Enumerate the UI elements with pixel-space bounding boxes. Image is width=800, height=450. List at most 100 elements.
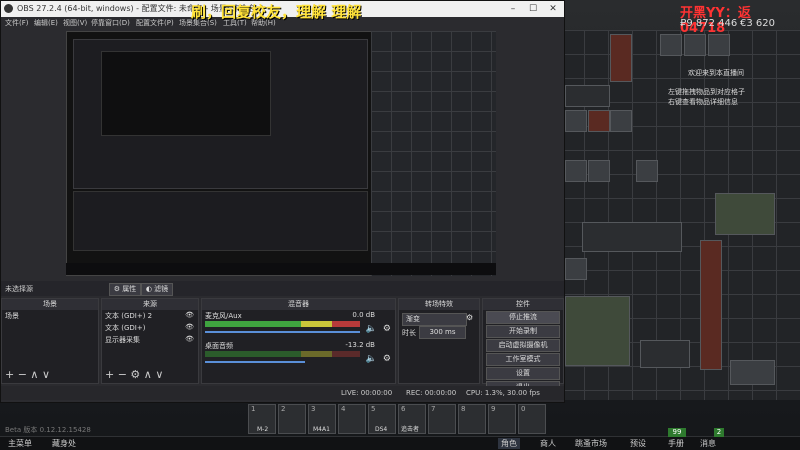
eye-icon[interactable]: 👁 — [185, 323, 194, 331]
sources-dock: 来源 文本 (GDI+) 2 👁 文本 (GDI+) 👁 显示器采集 👁 + − ⚙ … — [101, 298, 199, 384]
obs-logo-icon — [4, 4, 13, 13]
stop-streaming-button[interactable]: 停止推流 — [486, 311, 560, 324]
minimize-icon[interactable]: – — [506, 2, 520, 16]
slot[interactable]: 4 — [338, 404, 366, 434]
money-rub: ₽9 872 446 — [680, 18, 738, 29]
virtual-camera-button[interactable]: 启动虚拟摄像机 — [486, 339, 560, 352]
gear-icon[interactable]: ⚙ — [383, 354, 391, 364]
transitions-dock: 转场特效 渐变 ⚙ 时长 300 ms — [398, 298, 480, 384]
stash-item[interactable] — [708, 34, 730, 56]
menu-view[interactable]: 视图(V) — [63, 18, 87, 28]
no-source-label: 未选择源 — [5, 285, 33, 293]
source-item[interactable]: 文本 (GDI+) 2 👁 — [102, 310, 198, 322]
slot[interactable]: 1 M-2 — [248, 404, 276, 434]
desktop-meter — [205, 351, 360, 357]
slot[interactable]: 9 — [488, 404, 516, 434]
nav-main-menu[interactable]: 主菜单 — [8, 438, 32, 449]
stash-case[interactable] — [715, 193, 775, 235]
speaker-icon[interactable]: 🔈 — [366, 354, 377, 364]
sources-buttons[interactable]: + − ⚙ ∧ ∨ — [105, 368, 163, 381]
danmaku-text: 刷，回复校友，理解 理解 — [191, 3, 362, 21]
studio-mode-button[interactable]: 工作室模式 — [486, 353, 560, 366]
duration-label: 时长 — [402, 329, 416, 337]
nav-flea-market[interactable]: 跳蚤市场 — [575, 438, 607, 449]
live-status: LIVE: 00:00:00 — [341, 389, 393, 397]
mic-volume-slider[interactable] — [205, 331, 360, 333]
money-eur: €3 620 — [740, 18, 775, 29]
desktop-volume-slider[interactable] — [205, 361, 305, 363]
mixer-dock: 混音器 麦克风/Aux 0.0 dB 🔈 ⚙ 桌面音频 -13.2 dB 🔈 ⚙ — [201, 298, 396, 384]
eye-icon[interactable]: 👁 — [185, 335, 194, 343]
chat-line: 欢迎来到本直播间 — [688, 69, 744, 77]
stash-item[interactable] — [700, 240, 722, 370]
nav-traders[interactable]: 商人 — [540, 438, 556, 449]
stash-item[interactable] — [565, 110, 587, 132]
maximize-icon[interactable]: ☐ — [526, 2, 540, 16]
gear-icon[interactable]: ⚙ — [383, 324, 391, 334]
preview-nested-screen — [101, 51, 271, 136]
scenes-dock: 场景 场景 + − ∧ ∨ — [1, 298, 99, 384]
stash-item[interactable] — [660, 34, 682, 56]
slot[interactable]: 7 — [428, 404, 456, 434]
slot[interactable]: 6 追击者 — [398, 404, 426, 434]
stash-item[interactable] — [588, 110, 610, 132]
stash-item[interactable] — [684, 34, 706, 56]
nav-character[interactable]: 角色 — [498, 438, 520, 449]
preview-nested-docks — [73, 191, 368, 251]
slot[interactable]: 5 DS4 — [368, 404, 396, 434]
menu-edit[interactable]: 编辑(E) — [34, 18, 58, 28]
menu-profile[interactable]: 配置文件(P) — [136, 18, 174, 28]
stash-item[interactable] — [730, 360, 775, 385]
stash-item[interactable] — [610, 110, 632, 132]
close-icon[interactable]: ✕ — [546, 2, 560, 16]
controls-dock: 控件 停止推流 开始录制 启动虚拟摄像机 工作室模式 设置 退出 — [482, 298, 564, 394]
stash-item[interactable] — [565, 160, 587, 182]
gear-icon[interactable]: ⚙ — [466, 313, 473, 322]
cpu-status: CPU: 1.3%, 30.00 fps — [466, 389, 540, 397]
menu-docks[interactable]: 停靠窗口(D) — [91, 18, 130, 28]
version-label: Beta 版本 0.12.12.15428 — [5, 426, 91, 434]
preview-stash-capture — [371, 31, 496, 276]
duration-input[interactable]: 300 ms — [419, 326, 466, 339]
source-item[interactable]: 显示器采集 👁 — [102, 334, 198, 346]
messages-badge: 2 — [714, 428, 724, 437]
scenes-buttons[interactable]: + − ∧ ∨ — [5, 368, 50, 381]
settings-button[interactable]: 设置 — [486, 367, 560, 380]
mixer-title: 混音器 — [202, 299, 395, 310]
stash-rifle[interactable] — [582, 222, 682, 252]
stash-item[interactable] — [565, 85, 610, 107]
transition-select[interactable]: 渐变 — [402, 313, 467, 326]
nav-hideout[interactable]: 藏身处 — [52, 438, 76, 449]
chat-line: 左键拖拽物品到对应格子 — [668, 88, 745, 96]
chat-line: 右键查看物品详细信息 — [668, 98, 738, 106]
bottom-navbar: 主菜单 藏身处 角色 商人 跳蚤市场 预设 手册 消息 — [0, 436, 800, 450]
slot[interactable]: 0 — [518, 404, 546, 434]
properties-button[interactable]: ⚙ 属性 — [109, 283, 141, 296]
nav-messages[interactable]: 消息 — [700, 438, 716, 449]
speaker-icon[interactable]: 🔈 — [366, 324, 377, 334]
slot[interactable]: 2 — [278, 404, 306, 434]
nav-presets[interactable]: 预设 — [630, 438, 646, 449]
slot[interactable]: 8 — [458, 404, 486, 434]
filters-button[interactable]: ◐ 滤镜 — [141, 283, 173, 296]
source-toolbar: 未选择源 ⚙ 属性 ◐ 滤镜 — [1, 281, 564, 296]
stash-vest[interactable] — [565, 296, 630, 366]
stash-item[interactable] — [636, 160, 658, 182]
stash-item[interactable] — [588, 160, 610, 182]
obs-window: OBS 27.2.4 (64-bit, windows) - 配置文件: 未命名… — [0, 0, 565, 403]
scene-item[interactable]: 场景 — [2, 310, 98, 322]
slot[interactable]: 3 M4A1 — [308, 404, 336, 434]
source-item[interactable]: 文本 (GDI+) 👁 — [102, 322, 198, 334]
rec-status: REC: 00:00:00 — [406, 389, 457, 397]
obs-statusbar: LIVE: 00:00:00 REC: 00:00:00 CPU: 1.3%, … — [1, 386, 564, 400]
mic-meter — [205, 321, 360, 327]
stash-item[interactable] — [640, 340, 690, 368]
eye-icon[interactable]: 👁 — [185, 311, 194, 319]
preview-taskbar — [66, 263, 496, 275]
stash-item[interactable] — [610, 34, 632, 82]
menu-file[interactable]: 文件(F) — [5, 18, 29, 28]
nav-handbook[interactable]: 手册 — [668, 438, 684, 449]
start-recording-button[interactable]: 开始录制 — [486, 325, 560, 338]
stash-item[interactable] — [565, 258, 587, 280]
mixer-channel-desktop: 桌面音频 -13.2 dB 🔈 ⚙ — [205, 341, 391, 364]
